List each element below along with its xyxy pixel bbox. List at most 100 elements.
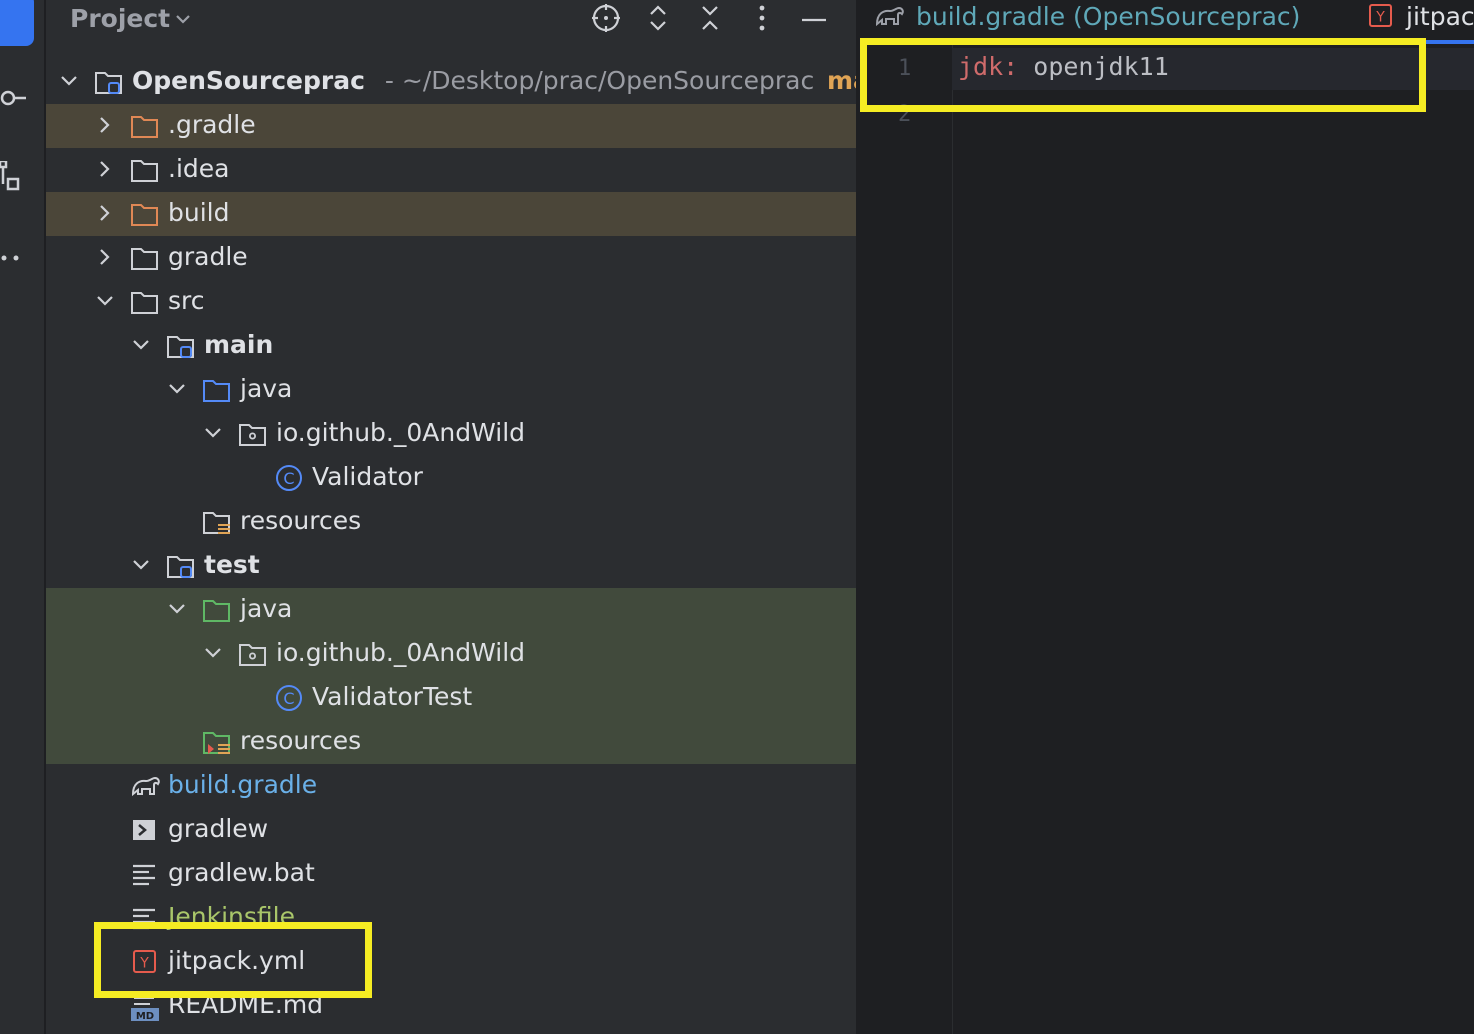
options-menu-icon[interactable] [745, 2, 779, 34]
yaml-value: openjdk11 [1033, 52, 1169, 81]
tree-row-main-java[interactable]: java [46, 368, 856, 412]
svg-text:Y: Y [1375, 10, 1385, 26]
chevron-down-icon[interactable] [164, 376, 190, 402]
tree-row-jenkinsfile[interactable]: Jenkinsfile [46, 896, 856, 940]
svg-text:MD: MD [136, 1011, 154, 1022]
tree-item-label: README.md [168, 990, 324, 1019]
test-source-folder-icon [202, 596, 230, 624]
structure-icon[interactable] [0, 161, 28, 192]
tree-item-label: build.gradle [168, 770, 318, 799]
chevron-right-icon[interactable] [92, 156, 118, 182]
tree-row-build-gradle[interactable]: build.gradle [46, 764, 856, 808]
tree-row-main-resources[interactable]: resources [46, 500, 856, 544]
tree-item-label: gradle [168, 242, 248, 271]
tree-item-label: gradlew [168, 814, 269, 843]
tree-row-test[interactable]: test [46, 544, 856, 588]
collapse-all-icon[interactable] [693, 2, 727, 34]
tree-item-label: resources [240, 726, 362, 755]
project-panel-header: Project [46, 0, 856, 40]
tree-row-test-package[interactable]: io.github._0AndWild [46, 632, 856, 676]
tree-row-test-resources[interactable]: resources [46, 720, 856, 764]
tree-item-label: Validator [312, 462, 423, 491]
editor-area: build.gradle (OpenSourceprac) Y jitpac 1… [858, 0, 1474, 1034]
chevron-right-icon[interactable] [92, 244, 118, 270]
tree-item-label: Jenkinsfile [168, 902, 295, 931]
svg-text:Y: Y [139, 956, 149, 972]
shell-script-icon [130, 816, 158, 844]
minimize-icon[interactable] [797, 2, 831, 34]
line-number: 1 [898, 56, 912, 81]
tab-jitpack-yml[interactable]: Y jitpac [1368, 0, 1474, 32]
folder-icon [130, 244, 158, 272]
tree-row-main[interactable]: main [46, 324, 856, 368]
chevron-down-icon[interactable] [128, 552, 154, 578]
chevron-right-icon[interactable] [92, 112, 118, 138]
tree-row-jitpack-yml[interactable]: Y jitpack.yml [46, 940, 856, 984]
tree-row-src[interactable]: src [46, 280, 856, 324]
tree-row-gradlew-bat[interactable]: gradlew.bat [46, 852, 856, 896]
tree-row-main-package[interactable]: io.github._0AndWild [46, 412, 856, 456]
folder-icon [130, 288, 158, 316]
code-line[interactable]: jdk: openjdk11 [958, 52, 1169, 81]
tree-row-gradlew[interactable]: gradlew [46, 808, 856, 852]
chevron-down-icon[interactable] [92, 288, 118, 314]
chevron-down-icon[interactable] [172, 8, 194, 34]
chevron-down-icon[interactable] [164, 596, 190, 622]
tree-row-test-java[interactable]: java [46, 588, 856, 632]
svg-text:C: C [283, 469, 294, 488]
chevron-right-icon[interactable] [92, 200, 118, 226]
project-tool-button[interactable] [0, 0, 34, 46]
tree-item-label: .idea [168, 154, 230, 183]
tree-row-build[interactable]: build [46, 192, 856, 236]
tree-row-validator-test[interactable]: C ValidatorTest [46, 676, 856, 720]
tree-row-dot-gradle[interactable]: .gradle [46, 104, 856, 148]
tree-row-gradle[interactable]: gradle [46, 236, 856, 280]
tree-item-label: test [204, 550, 260, 579]
module-folder-icon [94, 68, 122, 96]
tree-item-label: java [240, 594, 293, 623]
tab-label: jitpac [1406, 1, 1474, 31]
active-tab-indicator [1352, 40, 1474, 44]
source-folder-icon [202, 376, 230, 404]
tab-build-gradle[interactable]: build.gradle (OpenSourceprac) [874, 0, 1300, 32]
tree-item-label: gradlew.bat [168, 858, 315, 887]
tree-row-root[interactable]: OpenSourceprac - ~/Desktop/prac/OpenSourc… [46, 60, 856, 104]
test-resources-folder-icon [202, 728, 230, 756]
folder-icon [130, 156, 158, 184]
tree-row-readme[interactable]: MD README.md [46, 984, 856, 1028]
locate-icon[interactable] [589, 2, 623, 34]
tree-row-idea[interactable]: .idea [46, 148, 856, 192]
module-folder-icon [166, 332, 194, 360]
more-tools-icon[interactable] [0, 244, 28, 272]
tree-row-validator[interactable]: C Validator [46, 456, 856, 500]
yaml-file-icon: Y [1368, 2, 1394, 30]
expand-all-icon[interactable] [641, 2, 675, 34]
line-number-gutter: 1 2 [858, 40, 953, 1034]
root-path: - ~/Desktop/prac/OpenSourceprac [384, 66, 815, 95]
markdown-file-icon: MD [130, 992, 159, 1022]
excluded-folder-icon [130, 200, 158, 228]
tab-label: build.gradle (OpenSourceprac) [916, 1, 1301, 31]
chevron-down-icon[interactable] [128, 332, 154, 358]
tree-item-label: io.github._0AndWild [276, 418, 526, 447]
project-panel: Project OpenSourceprac - ~/Desktop/prac/O… [46, 0, 856, 1034]
java-class-icon: C [274, 684, 302, 712]
text-file-icon [130, 860, 158, 888]
commit-icon[interactable] [0, 84, 28, 112]
tree-item-label: src [168, 286, 205, 315]
chevron-down-icon[interactable] [56, 68, 82, 94]
svg-text:C: C [283, 689, 294, 708]
tree-item-label: main [204, 330, 274, 359]
line-number: 2 [898, 102, 912, 127]
yaml-key: jdk: [958, 52, 1019, 81]
branch-name: main [826, 66, 856, 95]
chevron-down-icon[interactable] [200, 420, 226, 446]
panel-title[interactable]: Project [70, 4, 170, 33]
tree-item-label: java [240, 374, 293, 403]
package-icon [238, 420, 266, 448]
tool-window-strip [0, 0, 45, 1034]
tree-item-label: resources [240, 506, 362, 535]
tree-item-label: jitpack.yml [168, 946, 306, 975]
chevron-down-icon[interactable] [200, 640, 226, 666]
gradle-elephant-icon [874, 2, 906, 30]
